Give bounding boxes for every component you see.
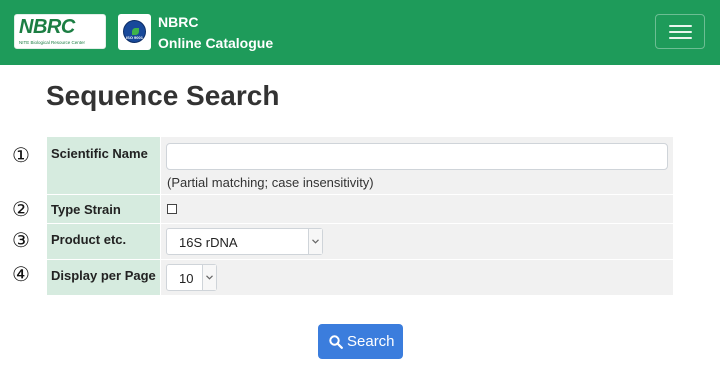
scientific-name-hint: (Partial matching; case insensitivity) <box>167 175 374 190</box>
search-icon <box>329 335 343 349</box>
type-strain-checkbox[interactable] <box>167 204 177 214</box>
row-marker-4: ④ <box>12 262 30 286</box>
type-strain-row: Type Strain <box>47 195 673 223</box>
search-button-label: Search <box>347 333 395 350</box>
chevron-down-icon <box>206 275 213 280</box>
row-marker-3: ③ <box>12 228 30 252</box>
brand-title[interactable]: NBRC <box>158 14 198 30</box>
row-marker-1: ① <box>12 143 30 167</box>
brand-subtitle[interactable]: Online Catalogue <box>158 35 273 51</box>
display-per-page-value: 10 <box>179 271 194 286</box>
display-per-page-row: Display per Page 10 <box>47 260 673 295</box>
iso-badge-text: ISO 9001 <box>126 35 143 40</box>
hamburger-menu-button[interactable] <box>655 14 705 49</box>
search-button[interactable]: Search <box>318 324 403 359</box>
nbrc-logo[interactable]: NBRC NITE Biological Resource Center <box>14 14 106 49</box>
product-select[interactable]: 16S rDNA <box>166 228 323 255</box>
iso-badge-icon: ISO 9001 <box>118 14 151 50</box>
scientific-name-input[interactable] <box>166 143 668 170</box>
row-marker-2: ② <box>12 197 30 221</box>
nbrc-logo-subtext: NITE Biological Resource Center <box>19 40 86 45</box>
hamburger-icon <box>669 25 692 27</box>
chevron-down-icon <box>312 239 319 244</box>
product-row: Product etc. 16S rDNA <box>47 224 673 259</box>
display-per-page-label: Display per Page <box>47 260 160 295</box>
display-per-page-select[interactable]: 10 <box>166 264 217 291</box>
scientific-name-row: Scientific Name (Partial matching; case … <box>47 137 673 194</box>
product-select-value: 16S rDNA <box>179 235 238 250</box>
nbrc-logo-text: NBRC <box>19 16 75 38</box>
type-strain-label: Type Strain <box>47 195 160 223</box>
product-label: Product etc. <box>47 224 160 259</box>
page-title: Sequence Search <box>46 80 280 111</box>
top-navbar: NBRC NITE Biological Resource Center ISO… <box>0 0 720 65</box>
scientific-name-label: Scientific Name <box>47 137 160 194</box>
